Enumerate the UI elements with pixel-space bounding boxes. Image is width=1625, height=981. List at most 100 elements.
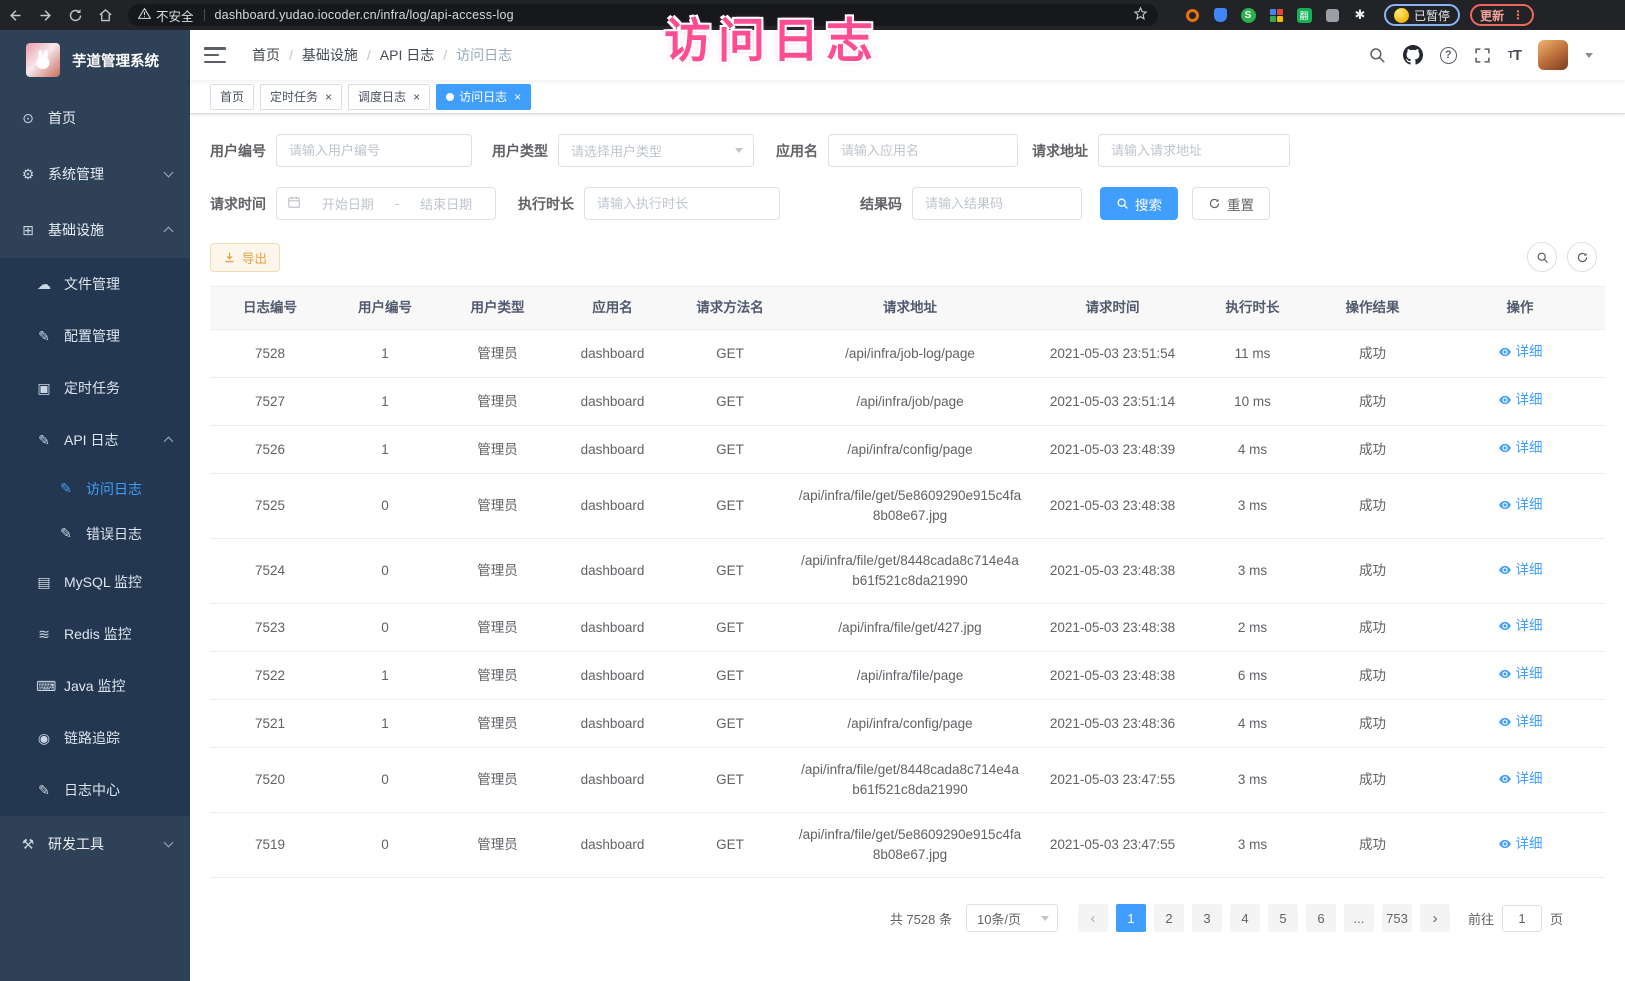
sidebar-item-job[interactable]: ▣定时任务 <box>0 362 190 414</box>
tab-定时任务[interactable]: 定时任务× <box>260 84 342 110</box>
sidebar-item-label: 系统管理 <box>48 164 104 184</box>
browser-profile-chip[interactable]: 已暂停 <box>1384 4 1460 26</box>
active-dot-icon <box>446 93 454 101</box>
user-id-input[interactable] <box>276 134 472 167</box>
cell-user_type: 管理员 <box>440 380 555 424</box>
date-range-picker[interactable]: 开始日期 - 结束日期 <box>276 187 496 220</box>
page-button-4[interactable]: 4 <box>1230 904 1260 932</box>
search-button[interactable]: 搜索 <box>1100 187 1178 220</box>
detail-link[interactable]: 详细 <box>1498 495 1543 515</box>
tab-首页[interactable]: 首页 <box>210 84 254 110</box>
breadcrumb-item[interactable]: 基础设施 <box>302 45 358 65</box>
close-icon[interactable]: × <box>514 91 521 103</box>
detail-link[interactable]: 详细 <box>1498 342 1543 362</box>
sidebar-item-file[interactable]: ☁文件管理 <box>0 258 190 310</box>
detail-link[interactable]: 详细 <box>1498 560 1543 580</box>
extension-icon[interactable] <box>1212 7 1228 23</box>
github-icon[interactable] <box>1403 45 1423 65</box>
sidebar-item-trace[interactable]: ◉链路追踪 <box>0 712 190 764</box>
next-page-button[interactable]: › <box>1420 904 1450 932</box>
extension-icon[interactable] <box>1184 7 1200 23</box>
sidebar-item-error-log[interactable]: ✎错误日志 <box>0 511 190 556</box>
request-url-input[interactable] <box>1098 134 1290 167</box>
page-button-2[interactable]: 2 <box>1154 904 1184 932</box>
user-avatar[interactable] <box>1538 40 1568 70</box>
browser-update-button[interactable]: 更新 ⋮ <box>1470 4 1534 26</box>
cell-url: /api/infra/job/page <box>790 380 1030 424</box>
sidebar-item-label: 错误日志 <box>86 524 142 544</box>
breadcrumb-item[interactable]: 首页 <box>252 45 280 65</box>
user-type-select[interactable]: 请选择用户类型 <box>558 134 754 167</box>
sidebar-item-redis[interactable]: ≋Redis 监控 <box>0 608 190 660</box>
close-icon[interactable]: × <box>325 91 332 103</box>
sidebar-item-mysql[interactable]: ▤MySQL 监控 <box>0 556 190 608</box>
request-time-label: 请求时间 <box>210 194 266 214</box>
table-row: 75250管理员dashboardGET/api/infra/file/get/… <box>210 474 1605 539</box>
cell-action: 详细 <box>1435 548 1605 595</box>
address-bar[interactable]: 不安全 dashboard.yudao.iocoder.cn/infra/log… <box>128 4 1158 26</box>
browser-forward-icon[interactable] <box>30 0 60 30</box>
extensions-menu-icon[interactable]: ✱ <box>1352 7 1368 23</box>
translate-extension-icon[interactable]: 翻 <box>1296 7 1312 23</box>
browser-back-icon[interactable] <box>0 0 30 30</box>
close-icon[interactable]: × <box>413 91 420 103</box>
toggle-search-icon[interactable] <box>1527 242 1557 272</box>
bookmark-star-icon[interactable] <box>1133 6 1148 24</box>
cell-action: 详细 <box>1435 330 1605 377</box>
sidebar-item-home[interactable]: ⊙首页 <box>0 90 190 146</box>
goto-page-input[interactable] <box>1502 905 1542 932</box>
page-size-select[interactable]: 10条/页 <box>966 904 1058 932</box>
column-header: 操作 <box>1435 287 1605 329</box>
page-button-5[interactable]: 5 <box>1268 904 1298 932</box>
chevron-down-icon[interactable] <box>1585 53 1593 58</box>
more-pages-icon[interactable]: ... <box>1344 904 1374 932</box>
extension-icon[interactable]: S <box>1240 7 1256 23</box>
sidebar-item-access-log[interactable]: ✎访问日志 <box>0 466 190 511</box>
fullscreen-icon[interactable] <box>1474 47 1491 64</box>
detail-link[interactable]: 详细 <box>1498 769 1543 789</box>
breadcrumb-item[interactable]: API 日志 <box>380 45 434 65</box>
duration-input[interactable] <box>584 187 780 220</box>
reset-button-label: 重置 <box>1227 194 1254 214</box>
tab-访问日志[interactable]: 访问日志× <box>436 84 531 110</box>
hamburger-icon[interactable] <box>204 47 226 63</box>
detail-link[interactable]: 详细 <box>1498 712 1543 732</box>
browser-reload-icon[interactable] <box>60 0 90 30</box>
page-button-753[interactable]: 753 <box>1382 904 1412 932</box>
help-icon[interactable]: ? <box>1440 47 1457 64</box>
sidebar-item-infra[interactable]: ⊞基础设施 <box>0 202 190 258</box>
eye-icon <box>1498 667 1512 681</box>
reset-button[interactable]: 重置 <box>1192 187 1270 220</box>
search-icon[interactable] <box>1368 46 1386 64</box>
sidebar-item-devtools[interactable]: ⚒研发工具 <box>0 816 190 872</box>
page-button-3[interactable]: 3 <box>1192 904 1222 932</box>
browser-home-icon[interactable] <box>90 0 120 30</box>
extension-icon[interactable] <box>1324 7 1340 23</box>
sidebar-item-label: 基础设施 <box>48 220 104 240</box>
sidebar-item-label: 链路追踪 <box>64 728 120 748</box>
detail-link[interactable]: 详细 <box>1498 664 1543 684</box>
detail-link[interactable]: 详细 <box>1498 390 1543 410</box>
sidebar-item-config[interactable]: ✎配置管理 <box>0 310 190 362</box>
sidebar-item-system[interactable]: ⚙系统管理 <box>0 146 190 202</box>
sidebar-item-api-log[interactable]: ✎API 日志 <box>0 414 190 466</box>
detail-link[interactable]: 详细 <box>1498 616 1543 636</box>
sidebar-item-log-center[interactable]: ✎日志中心 <box>0 764 190 816</box>
detail-link[interactable]: 详细 <box>1498 438 1543 458</box>
font-size-icon[interactable]: TT <box>1508 47 1521 64</box>
result-code-label: 结果码 <box>860 194 902 214</box>
prev-page-button[interactable]: ‹ <box>1078 904 1108 932</box>
refresh-icon[interactable] <box>1567 242 1597 272</box>
page-button-6[interactable]: 6 <box>1306 904 1336 932</box>
extension-icon[interactable] <box>1268 7 1284 23</box>
app-name-input[interactable] <box>828 134 1018 167</box>
tab-label: 首页 <box>220 88 244 105</box>
table-row: 75281管理员dashboardGET/api/infra/job-log/p… <box>210 330 1605 378</box>
sidebar-item-java[interactable]: ⌨Java 监控 <box>0 660 190 712</box>
detail-link[interactable]: 详细 <box>1498 834 1543 854</box>
page-button-1[interactable]: 1 <box>1116 904 1146 932</box>
tab-调度日志[interactable]: 调度日志× <box>348 84 430 110</box>
breadcrumb-item[interactable]: 访问日志 <box>456 45 512 65</box>
export-button[interactable]: 导出 <box>210 243 280 272</box>
result-code-input[interactable] <box>912 187 1082 220</box>
